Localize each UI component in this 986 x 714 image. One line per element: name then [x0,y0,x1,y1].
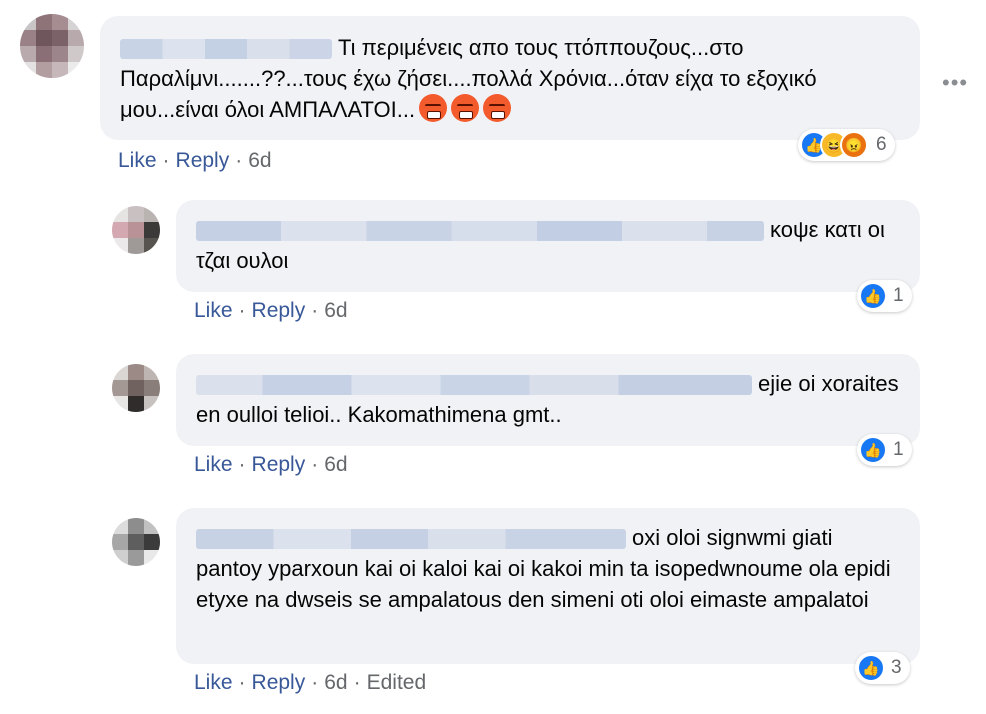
commenter-name[interactable] [196,221,764,242]
more-options-icon[interactable]: ••• [942,70,968,96]
like-icon: 👍 [859,282,887,310]
reaction-summary[interactable]: 👍 😆 😠 6 [798,129,895,161]
timestamp[interactable]: 6d [324,299,347,322]
like-button[interactable]: Like [118,149,157,172]
separator: · [311,299,319,322]
comment-actions: Like · Reply · 6d [194,299,348,323]
separator: · [238,453,246,476]
reaction-count: 3 [891,657,902,678]
reaction-count: 1 [893,439,904,460]
face-with-symbols-icon [483,94,512,122]
comment-actions: Like · Reply · 6d [194,453,348,477]
separator: · [238,299,246,322]
like-button[interactable]: Like [194,453,233,476]
comment-bubble: κοψε κατι οι τζαι ουλοι [176,200,920,292]
avatar[interactable] [20,14,84,78]
timestamp[interactable]: 6d [324,453,347,476]
like-button[interactable]: Like [194,299,233,322]
reaction-count: 6 [876,134,887,155]
like-icon: 👍 [859,436,887,464]
comment-actions: Like · Reply · 6d [118,149,272,173]
separator: · [162,149,170,172]
timestamp[interactable]: 6d [248,149,271,172]
reply-button[interactable]: Reply [252,671,306,694]
avatar[interactable] [112,518,160,566]
face-with-symbols-icon [419,94,448,122]
comment-bubble: ejie oi xoraites en oulloi telioi.. Kako… [176,354,920,446]
face-with-symbols-icon [451,94,480,122]
commenter-name[interactable] [196,375,752,396]
comment-bubble: Τι περιμένεις απο τους ττόππουζους...στο… [100,16,920,140]
separator: · [353,671,361,694]
timestamp[interactable]: 6d [324,671,347,694]
reply-button[interactable]: Reply [176,149,230,172]
reply-button[interactable]: Reply [252,299,306,322]
comment-actions: Like · Reply · 6d · Edited [194,671,426,695]
angry-icon: 😠 [840,131,868,159]
edited-label[interactable]: Edited [367,671,427,694]
comment-bubble: oxi oloi signwmi giati pantoy yparxoun k… [176,508,920,664]
separator: · [235,149,243,172]
separator: · [311,671,319,694]
like-button[interactable]: Like [194,671,233,694]
reaction-summary[interactable]: 👍 3 [855,652,910,684]
avatar[interactable] [112,206,160,254]
separator: · [238,671,246,694]
reaction-count: 1 [893,285,904,306]
reply-button[interactable]: Reply [252,453,306,476]
separator: · [311,453,319,476]
commenter-name[interactable] [120,39,332,60]
commenter-name[interactable] [196,529,626,550]
reaction-summary[interactable]: 👍 1 [857,434,912,466]
reaction-summary[interactable]: 👍 1 [857,280,912,312]
like-icon: 👍 [857,654,885,682]
avatar[interactable] [112,364,160,412]
